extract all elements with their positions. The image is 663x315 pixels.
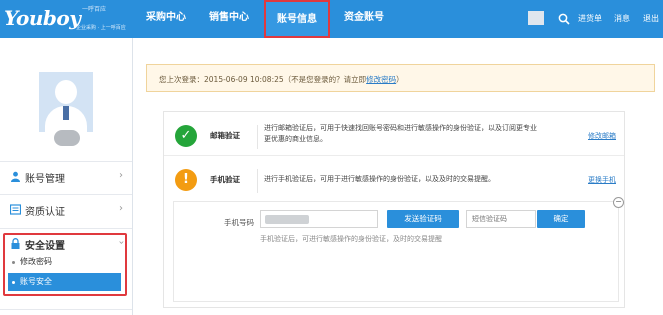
phone-verification-row: ! 手机验证 进行手机验证后，可用于进行敏感操作的身份验证，以及及时的交易提醒。… bbox=[164, 161, 624, 198]
nav-account-info[interactable]: 账号信息 bbox=[264, 0, 330, 38]
nav-funds-account[interactable]: 资金账号 bbox=[336, 0, 392, 38]
email-verification-title: 邮箱验证 bbox=[210, 131, 240, 140]
logo-slogan: 企业采购 · 上一呼百应 bbox=[76, 25, 126, 31]
logo-top-text: 一呼百应 bbox=[82, 6, 107, 13]
chevron-right-icon: › bbox=[119, 170, 123, 181]
sidebar-item-label: 资质认证 bbox=[25, 207, 65, 218]
blurred-phone-number bbox=[265, 215, 309, 224]
exclamation-icon: ! bbox=[175, 169, 197, 191]
top-navigation-bar: Youboy 一呼百应 企业采购 · 上一呼百应 采购中心 销售中心 账号信息 … bbox=[0, 0, 663, 38]
phone-number-label: 手机号码 bbox=[224, 218, 254, 227]
certificate-icon bbox=[10, 204, 21, 215]
profile-avatar[interactable] bbox=[39, 72, 93, 132]
phone-verification-desc: 进行手机验证后，可用于进行敏感操作的身份验证，以及及时的交易提醒。 bbox=[264, 175, 495, 183]
sidebar: 账号管理 › 资质认证 › 安全设置 › 修改密码 账号安全 bbox=[0, 38, 133, 315]
blurred-username bbox=[54, 130, 80, 146]
user-icon bbox=[11, 171, 20, 182]
notice-suffix: ） bbox=[396, 75, 404, 84]
notice-text: 您上次登录：2015-06-09 10:08:25（不是您登录的？请立即 bbox=[159, 75, 367, 84]
change-phone-link[interactable]: 更换手机 bbox=[588, 175, 616, 185]
sidebar-subitem-label: 账号安全 bbox=[20, 277, 52, 286]
logout-link[interactable]: 退出 bbox=[643, 13, 659, 24]
sidebar-item-label: 账号管理 bbox=[25, 174, 65, 185]
row-divider bbox=[164, 155, 624, 156]
sidebar-subitem-account-security[interactable]: 账号安全 bbox=[8, 273, 121, 291]
sidebar-item-qualification[interactable]: 资质认证 › bbox=[0, 194, 132, 224]
phone-verification-form: − 手机号码 发送验证码 确定 手机验证后，可进行敏感操作的身份验证，及时的交易… bbox=[173, 197, 624, 302]
nav-purchase-center[interactable]: 采购中心 bbox=[138, 0, 194, 38]
phone-verification-title: 手机验证 bbox=[210, 175, 240, 184]
youboy-logo[interactable]: Youboy 一呼百应 企业采购 · 上一呼百应 bbox=[4, 4, 132, 34]
check-icon: ✓ bbox=[175, 125, 197, 147]
security-panel: ✓ 邮箱验证 进行邮箱验证后，可用于快速找回账号密码和进行敏感操作的身份验证，以… bbox=[163, 111, 625, 308]
user-avatar-small[interactable] bbox=[528, 11, 544, 25]
chevron-right-icon: › bbox=[119, 203, 123, 214]
email-verification-row: ✓ 邮箱验证 进行邮箱验证后，可用于快速找回账号密码和进行敏感操作的身份验证，以… bbox=[164, 117, 624, 154]
phone-hint-text: 手机验证后，可进行敏感操作的身份验证，及时的交易提醒 bbox=[260, 235, 442, 243]
cart-link[interactable]: 进货单 bbox=[578, 13, 602, 24]
logo-text: Youboy bbox=[4, 6, 81, 30]
nav-sales-center[interactable]: 销售中心 bbox=[201, 0, 257, 38]
email-verification-desc: 进行邮箱验证后，可用于快速找回账号密码和进行敏感操作的身份验证，以及订阅更专业 … bbox=[264, 124, 537, 143]
phone-number-input[interactable] bbox=[260, 210, 378, 228]
collapse-icon[interactable]: − bbox=[613, 197, 624, 208]
search-icon[interactable] bbox=[558, 13, 570, 25]
sidebar-subitem-label: 修改密码 bbox=[20, 257, 52, 266]
change-password-link[interactable]: 修改密码 bbox=[366, 75, 396, 84]
messages-link[interactable]: 消息 bbox=[614, 13, 630, 24]
sidebar-item-account-management[interactable]: 账号管理 › bbox=[0, 161, 132, 191]
last-login-notice: 您上次登录：2015-06-09 10:08:25（不是您登录的？请立即修改密码… bbox=[146, 64, 655, 92]
confirm-button[interactable]: 确定 bbox=[537, 210, 585, 228]
send-code-button[interactable]: 发送验证码 bbox=[387, 210, 459, 228]
main-content: 您上次登录：2015-06-09 10:08:25（不是您登录的？请立即修改密码… bbox=[133, 38, 663, 315]
change-email-link[interactable]: 修改邮箱 bbox=[588, 131, 616, 141]
sidebar-subitem-change-password[interactable]: 修改密码 bbox=[8, 253, 121, 271]
sms-code-input[interactable] bbox=[466, 210, 536, 228]
